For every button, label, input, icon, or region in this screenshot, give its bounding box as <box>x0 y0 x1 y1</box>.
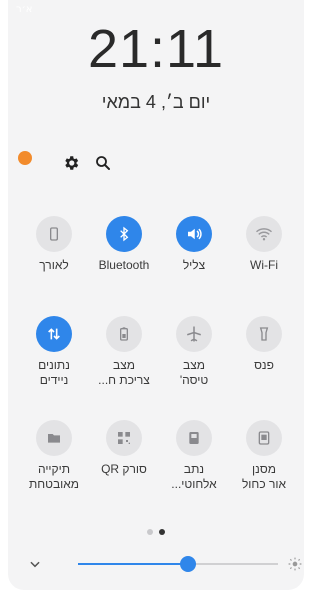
airplane-icon[interactable] <box>176 316 212 352</box>
page-dot-2[interactable] <box>159 529 165 535</box>
tile-secure-folder[interactable]: תיקייה מאובטחת <box>18 420 90 492</box>
carrier-label: א׳ר <box>16 4 33 15</box>
sun-icon <box>288 556 304 572</box>
tile-flashlight[interactable]: פנס <box>228 316 300 373</box>
tile-label: נתב אלחוטי... <box>171 462 217 491</box>
tile-label: תיקייה מאובטחת <box>28 462 80 491</box>
page-indicator <box>8 520 304 539</box>
tile-label: מצב צריכת ח... <box>98 358 150 387</box>
brightness-slider-knob[interactable] <box>180 556 196 572</box>
page-dot-1[interactable] <box>147 529 153 535</box>
tile-label: נתונים ניידים <box>38 358 70 387</box>
brightness-control <box>8 552 304 576</box>
wifi-icon[interactable] <box>246 216 282 252</box>
flashlight-icon[interactable] <box>246 316 282 352</box>
brightness-slider-track[interactable] <box>78 563 278 565</box>
tile-label: מסנן אור כחול <box>241 462 287 491</box>
tile-wifi[interactable]: Wi-Fi <box>228 216 300 273</box>
tile-label: לאורך <box>39 258 69 272</box>
tile-blue-light[interactable]: מסנן אור כחול <box>228 420 300 492</box>
brightness-slider-fill <box>78 563 188 565</box>
tile-label: מצב טיסה' <box>179 358 209 387</box>
battery-icon[interactable] <box>106 316 142 352</box>
quick-settings-panel: א׳ר 21:11 יום ב׳, 4 במאי לאורך Bluetooth צ… <box>8 0 304 590</box>
chevron-down-icon[interactable] <box>28 556 44 572</box>
tile-label: סורק QR <box>101 462 147 476</box>
search-icon[interactable] <box>90 150 116 176</box>
tile-qr-scanner[interactable]: סורק QR <box>88 420 160 477</box>
share-icon[interactable] <box>176 420 212 456</box>
tile-sound[interactable]: צליל <box>158 216 230 273</box>
tile-power-saving[interactable]: מצב צריכת ח... <box>88 316 160 388</box>
tile-label: Bluetooth <box>98 258 150 272</box>
volume-icon[interactable] <box>176 216 212 252</box>
notification-dot-icon[interactable] <box>18 151 32 165</box>
tile-mobile-data[interactable]: נתונים ניידים <box>18 316 90 388</box>
screen-filter-icon[interactable] <box>246 420 282 456</box>
folder-icon[interactable] <box>36 420 72 456</box>
tile-torch-off[interactable]: לאורך <box>18 216 90 273</box>
clock-date[interactable]: יום ב׳, 4 במאי <box>8 92 304 113</box>
tile-label: צליל <box>182 258 206 272</box>
tile-bluetooth[interactable]: Bluetooth <box>88 216 160 273</box>
data-arrows-icon[interactable] <box>36 316 72 352</box>
clock-time[interactable]: 21:11 <box>8 18 304 80</box>
bluetooth-icon[interactable] <box>106 216 142 252</box>
tile-label: פנס <box>254 358 274 372</box>
qr-icon[interactable] <box>106 420 142 456</box>
tile-airplane[interactable]: מצב טיסה' <box>158 316 230 388</box>
tile-label: Wi-Fi <box>250 258 278 272</box>
tile-wireless-sharing[interactable]: נתב אלחוטי... <box>158 420 230 492</box>
settings-gear-icon[interactable] <box>58 150 84 176</box>
rotation-lock-icon[interactable] <box>36 216 72 252</box>
